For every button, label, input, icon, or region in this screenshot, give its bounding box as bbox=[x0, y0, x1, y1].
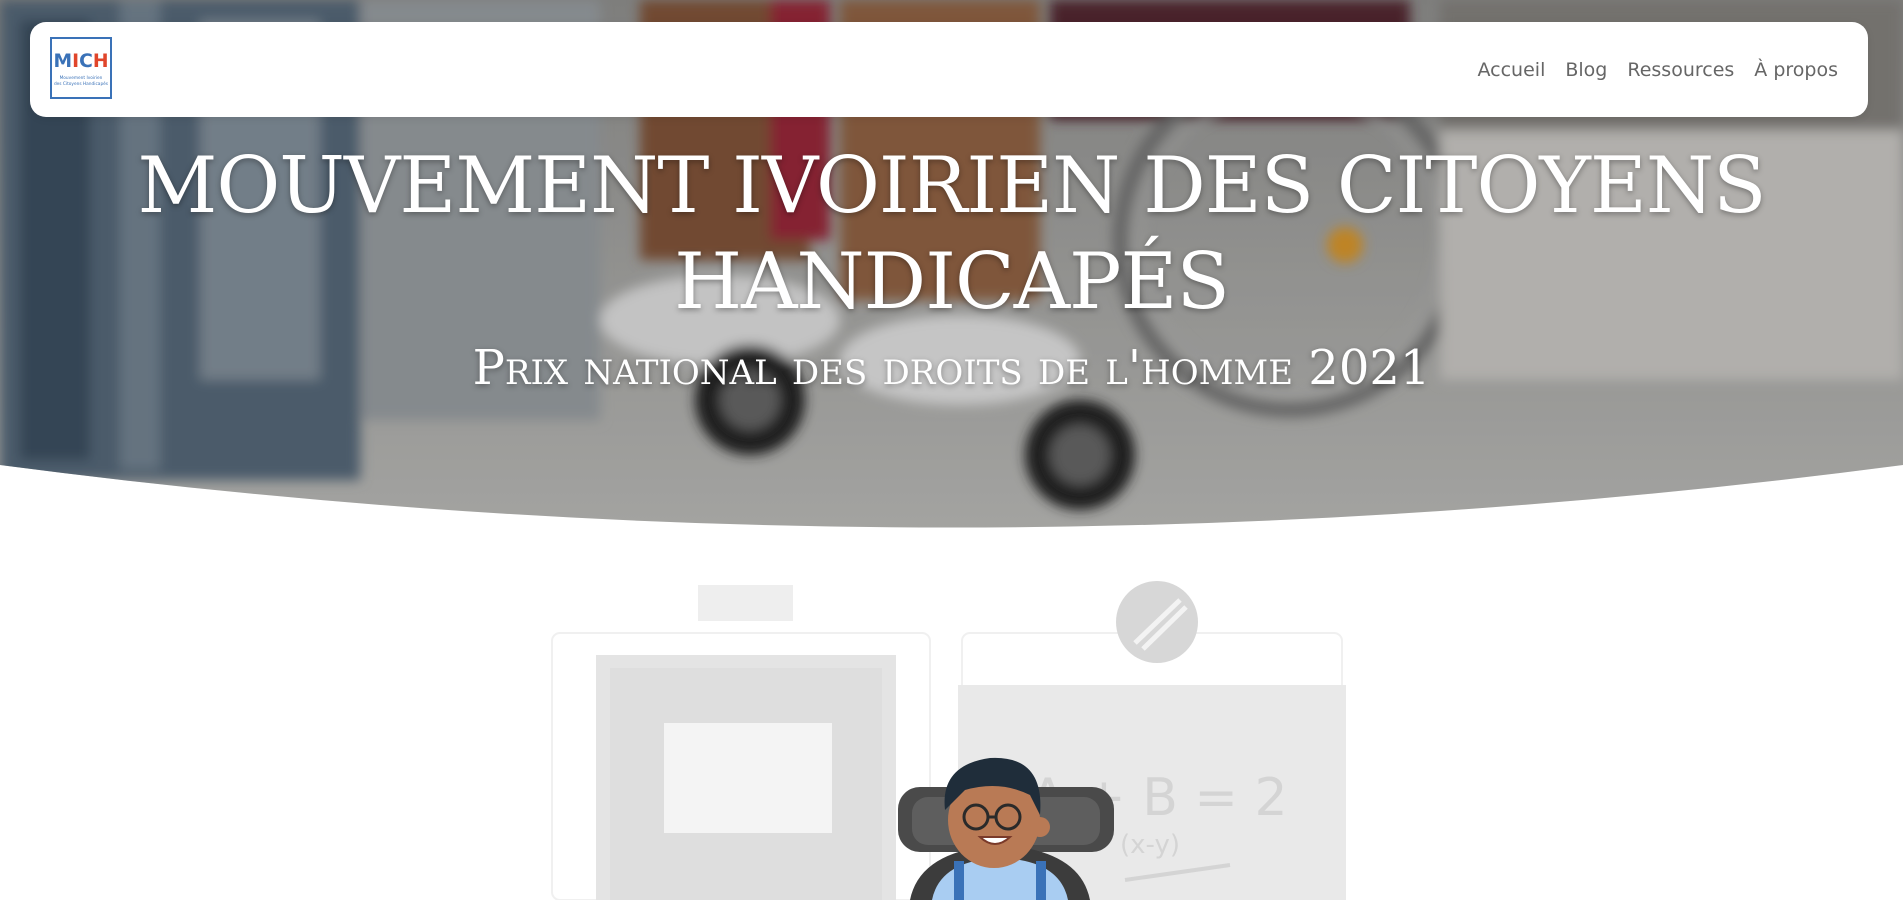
nav-link-ressources[interactable]: Ressources bbox=[1627, 59, 1734, 81]
svg-text:MICH: MICH bbox=[54, 51, 109, 72]
navbar: MICH Mouvement Ivoirien des Citoyens Han… bbox=[30, 22, 1868, 117]
hero-title: MOUVEMENT IVOIRIEN DES CITOYENS HANDICAP… bbox=[137, 141, 1766, 327]
board-subtext: (x-y) bbox=[1120, 830, 1180, 860]
site-logo[interactable]: MICH Mouvement Ivoirien des Citoyens Han… bbox=[50, 37, 112, 99]
hero-subtitle: Prix national des droits de l'homme 2021 bbox=[472, 340, 1431, 396]
nav-links: Accueil Blog Ressources À propos bbox=[1478, 22, 1839, 117]
nav-link-a-propos[interactable]: À propos bbox=[1754, 59, 1838, 81]
nav-link-accueil[interactable]: Accueil bbox=[1478, 59, 1546, 81]
classroom-illustration: A + B = 2 (x-y) bbox=[540, 575, 1360, 900]
nav-link-blog[interactable]: Blog bbox=[1565, 59, 1607, 81]
svg-text:Mouvement Ivoirien: Mouvement Ivoirien bbox=[60, 75, 103, 81]
